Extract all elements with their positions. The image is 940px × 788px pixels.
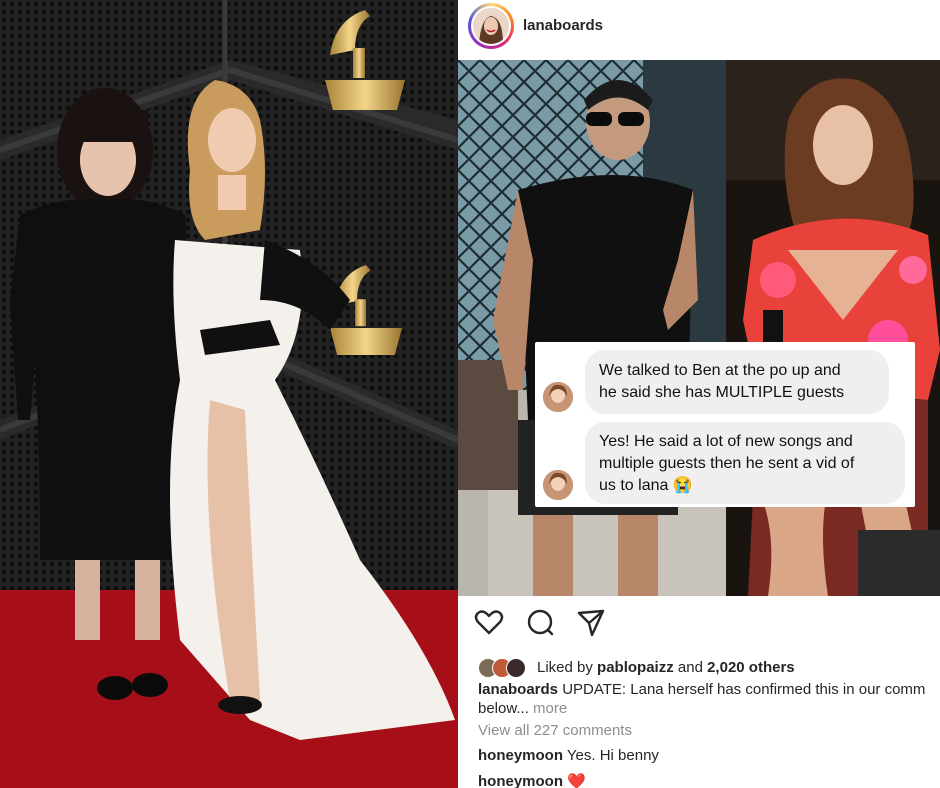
story-ring[interactable] (468, 3, 514, 49)
action-bar (458, 605, 940, 649)
post-image[interactable]: We talked to Ben at the po up and he sai… (458, 60, 940, 596)
dm-message-1: We talked to Ben at the po up and he sai… (585, 350, 889, 414)
caption-text-line2: below... (478, 700, 529, 717)
comment-text: Yes. Hi benny (566, 747, 659, 764)
dm-conversation: We talked to Ben at the po up and he sai… (535, 342, 915, 507)
likes-connector: and (677, 659, 703, 676)
share-icon[interactable] (574, 605, 608, 639)
profile-avatar[interactable] (473, 8, 509, 44)
comment-1: honeymoon Yes. Hi benny (478, 747, 659, 764)
likes-prefix: Liked by (537, 659, 593, 676)
dm-message-1-line1: We talked to Ben at the po up and (599, 362, 841, 379)
post-caption: lanaboards UPDATE: Lana herself has conf… (478, 680, 940, 718)
heart-icon[interactable] (472, 605, 506, 639)
post-header: lanaboards (458, 0, 940, 60)
caption-text-line1: UPDATE: Lana herself has confirmed this … (562, 681, 926, 698)
comment-icon[interactable] (523, 605, 557, 639)
likes-text: Liked by pablopaizz and 2,020 others (537, 659, 795, 676)
comment-text: ❤️ (567, 773, 586, 788)
comment-username[interactable]: honeymoon (478, 747, 563, 764)
post-username[interactable]: lanaboards (523, 17, 603, 34)
dm-message-1-line2: he said she has MULTIPLE guests (599, 384, 845, 401)
caption-more-link[interactable]: more (533, 700, 567, 717)
instagram-post: lanaboards We talked to Ben at the po up… (458, 0, 940, 788)
dm-avatar-1 (543, 382, 573, 412)
liker-avatar (506, 658, 526, 678)
comment-2: honeymoon ❤️ (478, 772, 586, 788)
liked-by-avatars (478, 658, 534, 678)
dm-avatar-2 (543, 470, 573, 500)
red-carpet-photo (0, 0, 458, 788)
dm-message-2-line2: multiple guests then he sent a vid of (599, 455, 855, 472)
view-all-comments-link[interactable]: View all 227 comments (478, 722, 632, 739)
caption-username[interactable]: lanaboards (478, 681, 558, 698)
post-image-illustration (458, 60, 940, 596)
dm-message-2-line3: us to lana 😭 (599, 477, 693, 494)
dm-message-2: Yes! He said a lot of new songs and mult… (585, 422, 905, 504)
dm-message-2-line1: Yes! He said a lot of new songs and (599, 433, 853, 450)
likes-row[interactable]: Liked by pablopaizz and 2,020 others (478, 657, 938, 679)
red-carpet-photo-illustration (0, 0, 458, 788)
comment-username[interactable]: honeymoon (478, 773, 563, 788)
likes-user[interactable]: pablopaizz (597, 659, 674, 676)
likes-count[interactable]: 2,020 others (707, 659, 795, 676)
